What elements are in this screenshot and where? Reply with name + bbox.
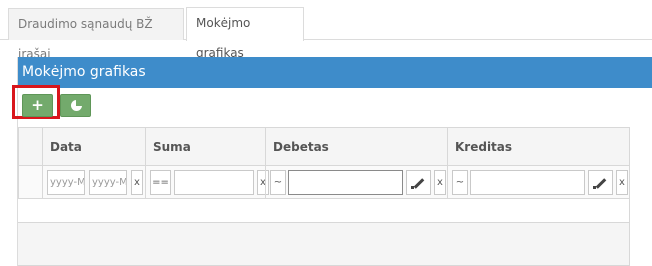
header-selector: [18, 128, 42, 166]
debit-input[interactable]: [288, 170, 403, 195]
add-button[interactable]: +: [22, 94, 53, 117]
sum-input[interactable]: [174, 170, 254, 195]
tab-draudimo-sanaudu[interactable]: Draudimo sąnaudų BŽ įrašai: [8, 8, 184, 61]
column-header-debetas[interactable]: Debetas: [265, 128, 447, 166]
debit-edit-button[interactable]: [406, 170, 431, 195]
clear-date-button[interactable]: x: [131, 170, 143, 195]
toolbar: +: [12, 85, 652, 127]
column-header-data[interactable]: Data: [42, 128, 145, 166]
sum-operator-select[interactable]: ==: [150, 170, 171, 195]
date-filter: yyyy-MM-dd yyyy-MM-dd x: [42, 166, 145, 198]
chart-button[interactable]: [60, 94, 91, 117]
column-header-suma[interactable]: Suma: [145, 128, 265, 166]
grid-header-row: Data Suma Debetas Kreditas: [18, 128, 629, 166]
debit-filter: ~ x: [265, 166, 447, 198]
credit-filter: ~ x: [447, 166, 629, 198]
grid-filter-row: yyyy-MM-dd yyyy-MM-dd x == x ~ x ~: [18, 166, 629, 199]
clear-debit-button[interactable]: x: [434, 170, 446, 195]
payment-schedule-panel: Mokėjmo grafikas + Data Suma Debetas Kre…: [12, 57, 652, 266]
column-header-kreditas[interactable]: Kreditas: [447, 128, 629, 166]
sum-filter: == x: [145, 166, 269, 198]
credit-input[interactable]: [470, 170, 585, 195]
clear-credit-button[interactable]: x: [616, 170, 628, 195]
date-to-input[interactable]: yyyy-MM-dd: [89, 170, 127, 195]
date-from-input[interactable]: yyyy-MM-dd: [47, 170, 85, 195]
grid-body-empty: [18, 199, 629, 223]
tab-bar: Draudimo sąnaudų BŽ įrašai Mokėjmo grafi…: [0, 0, 652, 61]
panel-title: Mokėjmo grafikas: [18, 57, 652, 88]
pencil-icon: [595, 178, 607, 189]
credit-edit-button[interactable]: [588, 170, 613, 195]
payment-grid: Data Suma Debetas Kreditas yyyy-MM-dd yy…: [18, 127, 630, 266]
tab-mokejimo-grafikas[interactable]: Mokėjmo grafikas: [186, 7, 304, 60]
debit-operator-select[interactable]: ~: [270, 170, 286, 195]
credit-operator-select[interactable]: ~: [452, 170, 468, 195]
plus-icon: +: [31, 96, 44, 114]
pencil-icon: [413, 178, 425, 189]
grid-pager: [18, 223, 629, 266]
